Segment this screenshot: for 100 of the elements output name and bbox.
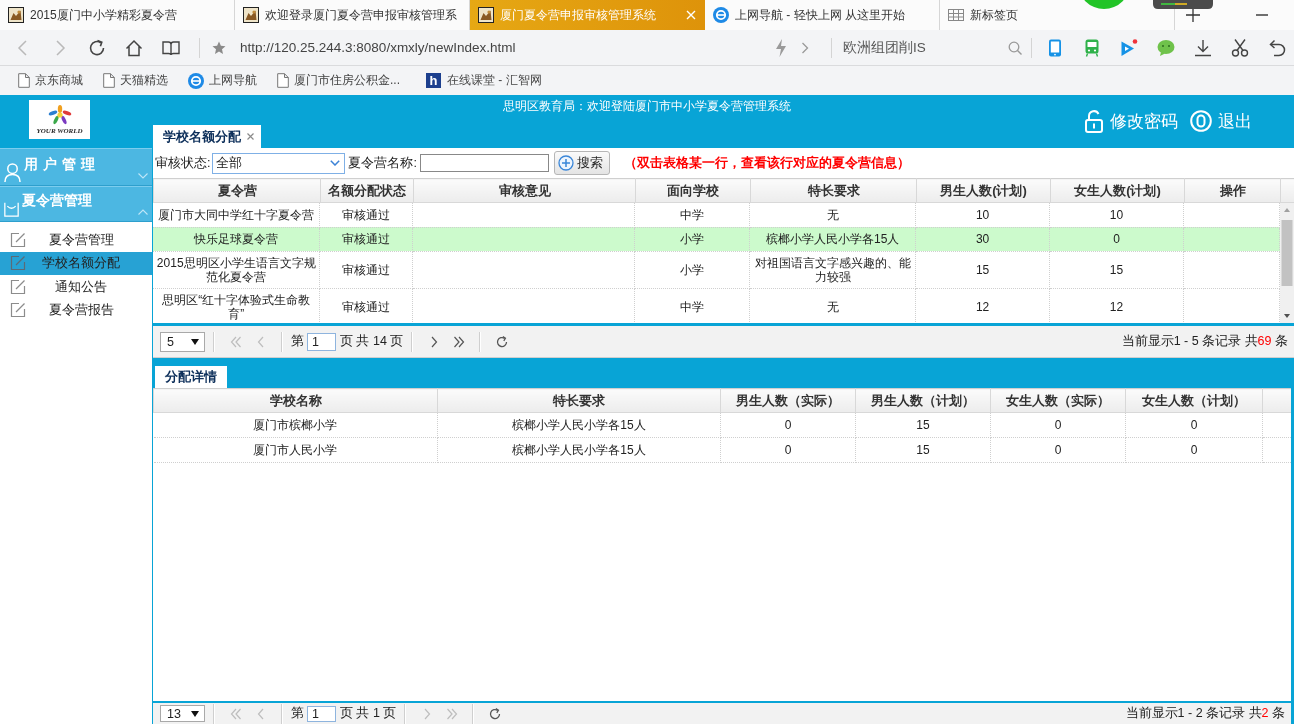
bookmark-link[interactable]: 厦门市住房公积金... <box>277 72 400 89</box>
column-header[interactable]: 学校名称 <box>153 388 438 413</box>
status-select[interactable]: 全部 <box>212 152 346 174</box>
bookmark-link[interactable]: 上网导航 <box>188 72 257 89</box>
table-cell: 0 <box>1049 227 1184 251</box>
scissors-icon[interactable] <box>1231 38 1249 57</box>
plus-circle-icon <box>557 155 574 171</box>
double-chevron-right-icon[interactable] <box>452 335 465 348</box>
caret-down-icon <box>191 710 199 717</box>
people-star-icon <box>46 104 73 125</box>
thumbnail-icon <box>243 7 259 23</box>
table-cell: 小学 <box>634 251 750 288</box>
record-summary: 当前显示1 - 2 条记录 共2 条 <box>1125 705 1285 722</box>
table-cell: 小学 <box>634 227 750 251</box>
lightning-icon[interactable] <box>775 38 787 57</box>
refresh-icon[interactable] <box>495 335 508 348</box>
sidebar-item[interactable]: 学校名额分配 <box>0 251 152 275</box>
column-header[interactable]: 男生人数(计划) <box>916 178 1051 203</box>
page-label: 第 <box>291 705 304 722</box>
plus-icon[interactable] <box>1186 8 1200 22</box>
page-size-select[interactable]: 13 <box>160 705 205 722</box>
search-field[interactable]: 欧洲组团削IS <box>843 38 1008 57</box>
column-header[interactable]: 审核意见 <box>413 178 636 203</box>
table-cell: 槟榔小学人民小学各15人 <box>437 437 721 463</box>
column-header[interactable]: 操作 <box>1184 178 1281 203</box>
page-icon <box>103 73 115 88</box>
table-cell: 15 <box>855 412 991 438</box>
edit-icon <box>10 302 26 319</box>
table-row[interactable]: 快乐足球夏令营 审核通过 小学 槟榔小学人民小学各15人 30 0 <box>153 227 1280 251</box>
play-icon[interactable] <box>1120 38 1138 57</box>
column-header[interactable]: 夏令营 <box>153 178 321 203</box>
close-icon[interactable] <box>247 133 254 140</box>
search-button[interactable]: 搜索 <box>553 151 610 175</box>
table-cell: 15 <box>1049 251 1184 288</box>
power-icon <box>1190 110 1212 132</box>
table-row[interactable]: 思明区“红十字体验式生命教育” 审核通过 中学 无 12 12 <box>153 288 1280 323</box>
bookmark-link[interactable]: 天猫精选 <box>103 72 168 89</box>
bookmark-link[interactable]: h 在线课堂 - 汇智网 <box>420 72 542 89</box>
table-cell: 审核通过 <box>319 251 413 288</box>
browser-logo-icon <box>188 72 204 89</box>
table-cell: 审核通过 <box>319 288 413 323</box>
page-label: 第 <box>291 333 304 350</box>
hint-text: （双击表格某一行，查看该行对应的夏令营信息） <box>623 154 910 172</box>
table-cell: 0 <box>1125 412 1263 438</box>
bus-icon[interactable] <box>1083 38 1101 57</box>
column-header[interactable]: 特长要求 <box>750 178 917 203</box>
page-number-field[interactable]: 1 <box>307 332 336 351</box>
bookmark-link[interactable]: 京东商城 <box>18 72 83 89</box>
address-field[interactable]: http://120.25.244.3:8080/xmxly/newIndex.html <box>240 40 775 55</box>
table-cell: 槟榔小学人民小学各15人 <box>437 412 721 438</box>
thumbnail-icon <box>478 7 494 23</box>
page-number-field[interactable]: 1 <box>307 705 336 722</box>
table-cell: 2015思明区小学生语言文字规范化夏令营 <box>153 251 320 288</box>
table-cell: 中学 <box>634 288 750 323</box>
grid-icon <box>948 7 964 23</box>
page-icon <box>18 73 30 88</box>
table-cell: 思明区“红十字体验式生命教育” <box>153 288 320 323</box>
table-cell: 12 <box>915 288 1050 323</box>
column-header[interactable]: 面向学校 <box>635 178 751 203</box>
table-cell: 审核通过 <box>319 227 413 251</box>
search-icon[interactable] <box>1008 40 1022 55</box>
page-tab[interactable]: 学校名额分配 <box>153 125 261 148</box>
chevron-icon[interactable] <box>138 209 148 215</box>
column-header[interactable]: 女生人数（计划） <box>1125 388 1263 413</box>
column-header[interactable]: 名额分配状态 <box>320 178 414 203</box>
section-tab[interactable]: 分配详情 <box>155 366 227 388</box>
page-count-label: 页 共 14 页 <box>340 333 404 350</box>
chat-bubble-icon[interactable] <box>1157 38 1175 57</box>
camp-name-field[interactable] <box>419 154 549 172</box>
chevron-icon[interactable] <box>138 173 148 179</box>
scrollbar[interactable] <box>1280 203 1294 323</box>
column-header[interactable]: 男生人数（计划） <box>855 388 991 413</box>
table-cell: 12 <box>1049 288 1184 323</box>
column-header[interactable]: 女生人数（实际） <box>990 388 1126 413</box>
refresh-icon[interactable] <box>488 707 501 720</box>
undo-icon[interactable] <box>1268 38 1286 57</box>
bag-icon <box>4 202 19 217</box>
column-header[interactable]: 特长要求 <box>437 388 721 413</box>
caret-down-icon <box>330 160 341 166</box>
tablet-icon[interactable] <box>1046 38 1064 57</box>
table-cell: 0 <box>720 437 856 463</box>
download-icon[interactable] <box>1194 38 1212 57</box>
star-icon[interactable] <box>212 40 226 55</box>
table-cell: 槟榔小学人民小学各15人 <box>749 227 916 251</box>
sidebar-item[interactable]: 通知公告 <box>0 275 152 299</box>
table-cell: 0 <box>1125 437 1263 463</box>
sidebar-item[interactable]: 夏令营报告 <box>0 298 152 322</box>
caret-down-icon <box>191 338 199 345</box>
table-row[interactable]: 2015思明区小学生语言文字规范化夏令营 审核通过 小学 对祖国语言文字感兴趣的、能力较强 15 15 <box>153 251 1280 288</box>
table-cell: 快乐足球夏令营 <box>153 227 320 251</box>
home-icon[interactable] <box>124 38 143 57</box>
person-icon <box>4 162 21 183</box>
table-cell: 15 <box>855 437 991 463</box>
speed-meter-icon <box>1153 0 1213 9</box>
reload-icon[interactable] <box>87 38 106 57</box>
column-header[interactable]: 男生人数（实际） <box>720 388 856 413</box>
book-icon[interactable] <box>161 38 180 57</box>
sidebar-item[interactable]: 夏令营管理 <box>0 228 152 252</box>
column-header[interactable]: 女生人数(计划) <box>1050 178 1185 203</box>
page-size-select[interactable]: 5 <box>160 331 205 352</box>
